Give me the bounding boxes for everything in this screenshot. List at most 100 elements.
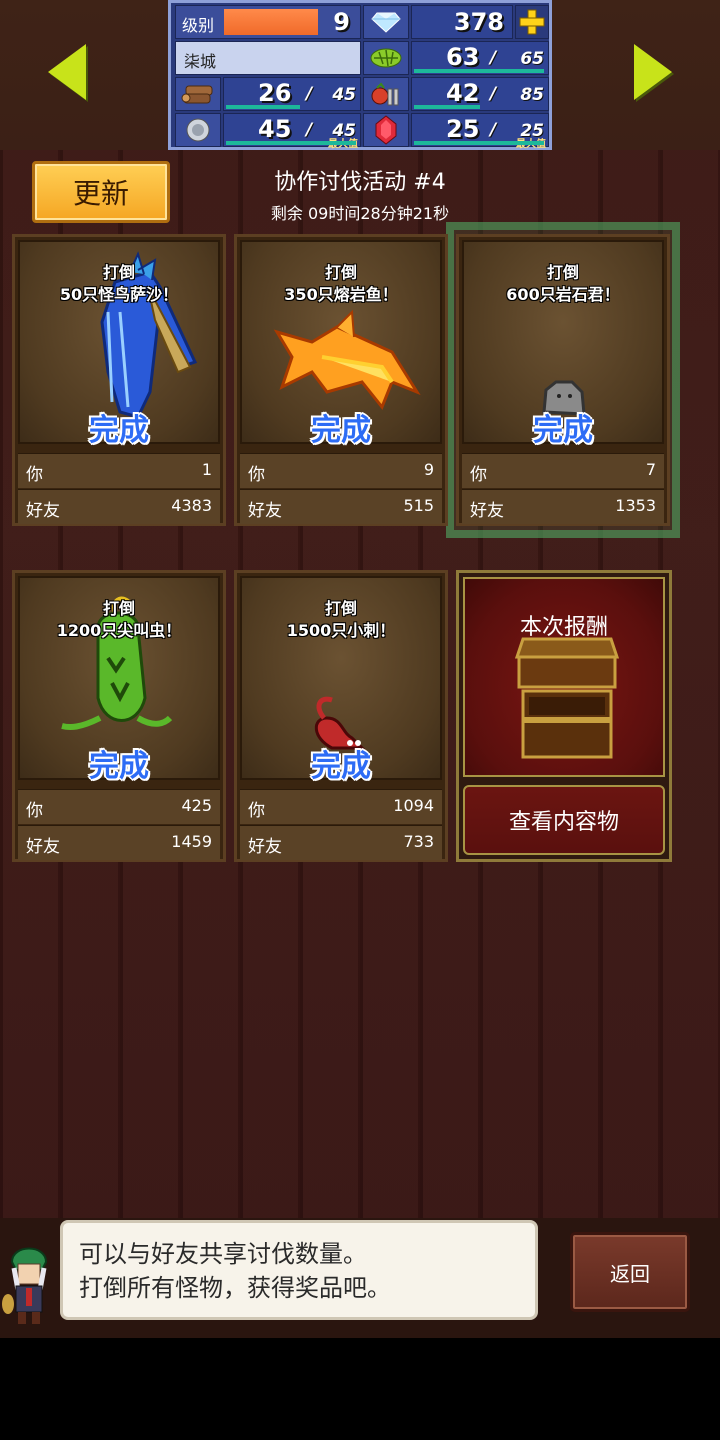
wood-max: 45 [332, 85, 356, 105]
grass-cell: 63 / 65 [411, 41, 549, 75]
wood-slash: / [306, 84, 313, 104]
you-label: 你 [26, 465, 43, 485]
grass-max: 65 [520, 49, 544, 69]
wood-bar [226, 105, 300, 109]
complete-label: 完成 [311, 413, 371, 448]
quest-verb: 打倒 [102, 263, 135, 282]
plus-icon [519, 9, 545, 35]
hint-line-2: 打倒所有怪物，获得奖品吧。 [79, 1274, 391, 1302]
you-row: 你 1 [18, 453, 220, 488]
food-icon [363, 77, 409, 111]
you-label: 你 [248, 801, 265, 821]
wood-current: 26 [258, 79, 292, 107]
level-cell: 级别 9 [175, 5, 361, 39]
grass-current: 63 [446, 43, 480, 71]
friends-count: 1459 [171, 832, 212, 851]
ore-bar [226, 141, 356, 145]
friends-row: 好友 515 [240, 489, 442, 524]
complete-label: 完成 [311, 749, 371, 784]
quest-target: 50只怪鸟萨沙！ [59, 285, 179, 304]
friends-label: 好友 [26, 837, 60, 857]
grass-bar [414, 69, 544, 73]
quest-card-1[interactable]: 打倒 50只怪鸟萨沙！ 完成 你 1 好友 4383 [12, 234, 226, 526]
quest-verb: 打倒 [324, 599, 357, 618]
you-row: 你 1094 [240, 789, 442, 824]
friends-row: 好友 733 [240, 825, 442, 860]
town-name: 柒城 [184, 52, 217, 71]
level-label: 级别 [182, 16, 215, 35]
ruby-slash: / [490, 120, 497, 140]
quest-target: 350只熔岩鱼！ [284, 285, 398, 304]
you-row: 你 425 [18, 789, 220, 824]
time-remaining: 剩余 09时间28分钟21秒 [270, 204, 450, 223]
you-label: 你 [470, 465, 487, 485]
wood-cell: 26 / 45 [223, 77, 361, 111]
friends-label: 好友 [248, 837, 282, 857]
refresh-button[interactable]: 更新 [32, 161, 170, 223]
quest-target: 1200只尖叫虫！ [56, 621, 182, 640]
food-max: 85 [520, 85, 544, 105]
food-bar [414, 105, 480, 109]
hint-line-1: 可以与好友共享讨伐数量。 [79, 1240, 367, 1268]
wood-icon [175, 77, 221, 111]
reward-display: 本次报酬 [463, 577, 665, 777]
you-label: 你 [248, 465, 265, 485]
food-slash: / [490, 84, 497, 104]
prev-arrow-button[interactable] [48, 44, 86, 100]
friends-label: 好友 [26, 501, 60, 521]
game-screen: 级别 9 378 柒城 63 / 65 26 / 45 42 / 85 45 /… [0, 0, 720, 1338]
complete-label: 完成 [89, 413, 149, 448]
next-arrow-button[interactable] [634, 44, 672, 100]
level-value: 9 [333, 8, 350, 36]
quest-card-2[interactable]: 打倒 350只熔岩鱼！ 完成 你 9 好友 515 [234, 234, 448, 526]
complete-label: 完成 [533, 413, 593, 448]
town-name-cell: 柒城 [175, 41, 361, 75]
friends-count: 515 [403, 496, 434, 515]
food-current: 42 [446, 79, 480, 107]
ore-slash: / [306, 120, 313, 140]
grass-icon [363, 41, 409, 75]
quest-card-3[interactable]: 打倒 600只岩石君！ 完成 你 7 好友 1353 [456, 234, 670, 526]
quest-card-4[interactable]: 打倒 1200只尖叫虫！ 完成 你 425 好友 1459 [12, 570, 226, 862]
friends-count: 4383 [171, 496, 212, 515]
you-count: 7 [645, 460, 656, 479]
quest-card-5[interactable]: 打倒 1500只小刺！ 完成 你 1094 好友 733 [234, 570, 448, 862]
friends-count: 733 [403, 832, 434, 851]
add-gems-button[interactable] [515, 5, 549, 39]
view-contents-button[interactable]: 查看内容物 [463, 785, 665, 855]
status-panel: 级别 9 378 柒城 63 / 65 26 / 45 42 / 85 45 /… [168, 0, 552, 150]
you-row: 你 9 [240, 453, 442, 488]
you-count: 1094 [393, 796, 434, 815]
ore-cell: 45 / 45 最大值 [223, 113, 361, 150]
gems-value: 378 [453, 8, 504, 36]
grass-slash: / [490, 48, 497, 68]
friends-row: 好友 1459 [18, 825, 220, 860]
friends-row: 好友 1353 [462, 489, 664, 524]
you-count: 425 [181, 796, 212, 815]
you-row: 你 7 [462, 453, 664, 488]
quest-verb: 打倒 [102, 599, 135, 618]
friends-label: 好友 [248, 501, 282, 521]
you-label: 你 [26, 801, 43, 821]
complete-label: 完成 [89, 749, 149, 784]
diamond-icon [363, 5, 409, 39]
you-count: 9 [423, 460, 434, 479]
friends-count: 1353 [615, 496, 656, 515]
ruby-icon [363, 113, 409, 147]
gems-cell: 378 [411, 5, 513, 39]
back-button[interactable]: 返回 [570, 1232, 690, 1312]
you-count: 1 [201, 460, 212, 479]
quest-target: 1500只小刺！ [286, 621, 396, 640]
reward-panel: 本次报酬 查看内容物 [456, 570, 672, 862]
friends-row: 好友 4383 [18, 489, 220, 524]
food-cell: 42 / 85 [411, 77, 549, 111]
friends-label: 好友 [470, 501, 504, 521]
quest-verb: 打倒 [324, 263, 357, 282]
ruby-bar [414, 141, 544, 145]
event-title: 协作讨伐活动 #4 [274, 170, 446, 195]
quest-target: 600只岩石君！ [506, 285, 620, 304]
guide-character-avatar [2, 1247, 48, 1324]
ruby-cell: 25 / 25 最大值 [411, 113, 549, 150]
ore-icon [175, 113, 221, 147]
treasure-chest-icon [514, 637, 620, 759]
